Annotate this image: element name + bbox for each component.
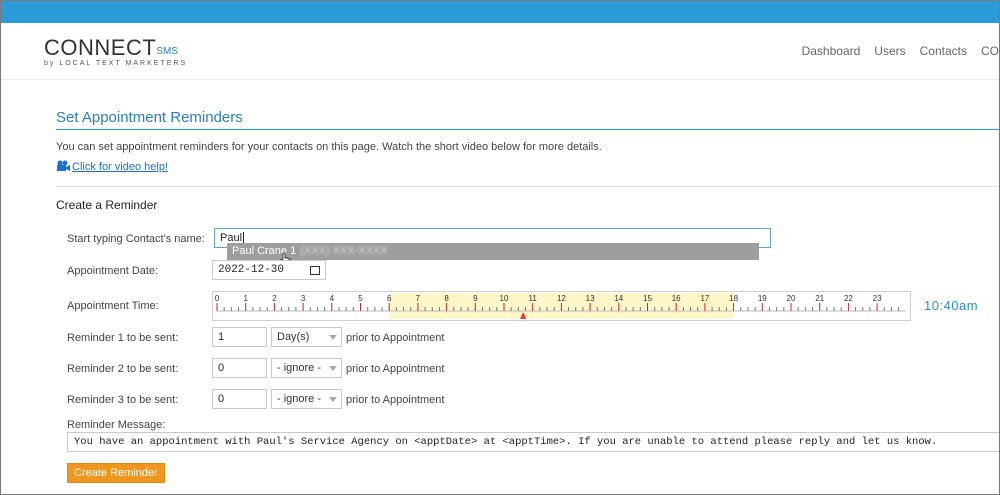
hour-label: 20 — [787, 294, 796, 303]
section-divider — [56, 186, 999, 187]
hour-label: 2 — [272, 294, 277, 303]
reminder-message-input[interactable]: You have an appointment with Paul's Serv… — [67, 432, 999, 452]
logo-sms: SMS — [156, 46, 178, 57]
reminder-1-amount-input[interactable]: 1 — [212, 327, 267, 347]
nav-contacts[interactable]: Contacts — [920, 44, 967, 58]
time-readout: 10:40am — [924, 298, 979, 313]
hour-label: 16 — [672, 294, 681, 303]
reminder-2-unit-select[interactable]: - ignore - — [271, 358, 342, 378]
reminder-1-unit-value: Day(s) — [277, 331, 310, 343]
logo[interactable]: CONNECTSMS by LOCAL TEXT MARKETERS — [44, 35, 187, 67]
hour-label: 22 — [844, 294, 853, 303]
hour-label: 14 — [614, 294, 623, 303]
nav-dashboard[interactable]: Dashboard — [802, 44, 861, 58]
top-bar — [1, 1, 999, 23]
site-header: CONNECTSMS by LOCAL TEXT MARKETERS Dashb… — [1, 23, 999, 80]
video-link-label[interactable]: Click for video help! — [72, 161, 168, 173]
reminder-2-unit-value: - ignore - — [277, 362, 322, 374]
reminder-3-amount-input[interactable]: 0 — [212, 389, 267, 409]
reminder-3-unit-value: - ignore - — [277, 393, 322, 405]
reminder-1-label: Reminder 1 to be sent: — [67, 332, 179, 344]
hour-label: 13 — [586, 294, 595, 303]
nav-users[interactable]: Users — [874, 44, 905, 58]
reminder-1-suffix: prior to Appointment — [346, 332, 445, 344]
hour-label: 1 — [243, 294, 248, 303]
chevron-down-icon — [329, 366, 337, 371]
appointment-date-input[interactable]: 2022-12-30 — [212, 260, 326, 280]
autocomplete-suggestion[interactable]: Paul Crane 1 (XXX) XXX-XXXX — [227, 243, 759, 260]
hour-label: 4 — [330, 294, 335, 303]
chevron-down-icon — [329, 335, 337, 340]
calendar-icon[interactable] — [310, 266, 320, 275]
chevron-down-icon — [329, 397, 337, 402]
reminder-2-suffix: prior to Appointment — [346, 363, 445, 375]
hour-label: 5 — [358, 294, 363, 303]
browser-frame: CONNECTSMS by LOCAL TEXT MARKETERS Dashb… — [0, 0, 1000, 495]
hour-label: 15 — [643, 294, 652, 303]
hour-label: 9 — [473, 294, 478, 303]
reminder-2-label: Reminder 2 to be sent: — [67, 363, 179, 375]
hour-label: 17 — [700, 294, 709, 303]
reminder-2-amount-input[interactable]: 0 — [212, 358, 267, 378]
time-slider[interactable]: 0 1 2 3 4 5 6 7 8 9 10 11 12 13 14 15 16 17 18 19 20 21 22 23 — [212, 291, 911, 321]
hour-label: 8 — [444, 294, 449, 303]
video-help-link[interactable]: Click for video help! — [56, 160, 168, 173]
hour-label: 23 — [873, 294, 882, 303]
hour-label: 18 — [729, 294, 738, 303]
reminder-message-label: Reminder Message: — [67, 419, 166, 431]
intro-text: You can set appointment reminders for yo… — [56, 141, 602, 153]
hour-label: 6 — [387, 294, 392, 303]
logo-tagline: by LOCAL TEXT MARKETERS — [44, 60, 188, 67]
contact-name-label: Start typing Contact's name: — [67, 233, 205, 245]
reminder-1-unit-select[interactable]: Day(s) — [271, 327, 342, 347]
hour-label: 3 — [301, 294, 306, 303]
hour-label: 12 — [557, 294, 566, 303]
appointment-time-label: Appointment Time: — [67, 300, 159, 312]
reminder-3-suffix: prior to Appointment — [346, 394, 445, 406]
appointment-date-label: Appointment Date: — [67, 265, 159, 277]
logo-text: CONNECT — [44, 35, 157, 60]
hour-label: 21 — [815, 294, 824, 303]
reminder-3-unit-select[interactable]: - ignore - — [271, 389, 342, 409]
hour-label: 7 — [416, 294, 421, 303]
title-divider — [56, 129, 999, 130]
appointment-date-value: 2022-12-30 — [218, 264, 285, 276]
page-title: Set Appointment Reminders — [56, 109, 243, 126]
hour-label: 0 — [215, 294, 220, 303]
section-title: Create a Reminder — [56, 198, 158, 212]
suggestion-phone: (XXX) XXX-XXXX — [300, 245, 388, 257]
main-nav: Dashboard Users Contacts CO — [788, 44, 999, 58]
reminder-3-label: Reminder 3 to be sent: — [67, 394, 179, 406]
hour-label: 19 — [758, 294, 767, 303]
create-reminder-button[interactable]: Create Reminder — [67, 463, 165, 483]
nav-more[interactable]: CO — [981, 44, 999, 58]
video-camera-icon — [57, 160, 70, 171]
time-slider-scale[interactable]: 0 1 2 3 4 5 6 7 8 9 10 11 12 13 14 15 16 17 18 19 20 21 22 23 — [213, 292, 910, 320]
hour-label: 11 — [529, 294, 538, 303]
hour-label: 10 — [500, 294, 509, 303]
